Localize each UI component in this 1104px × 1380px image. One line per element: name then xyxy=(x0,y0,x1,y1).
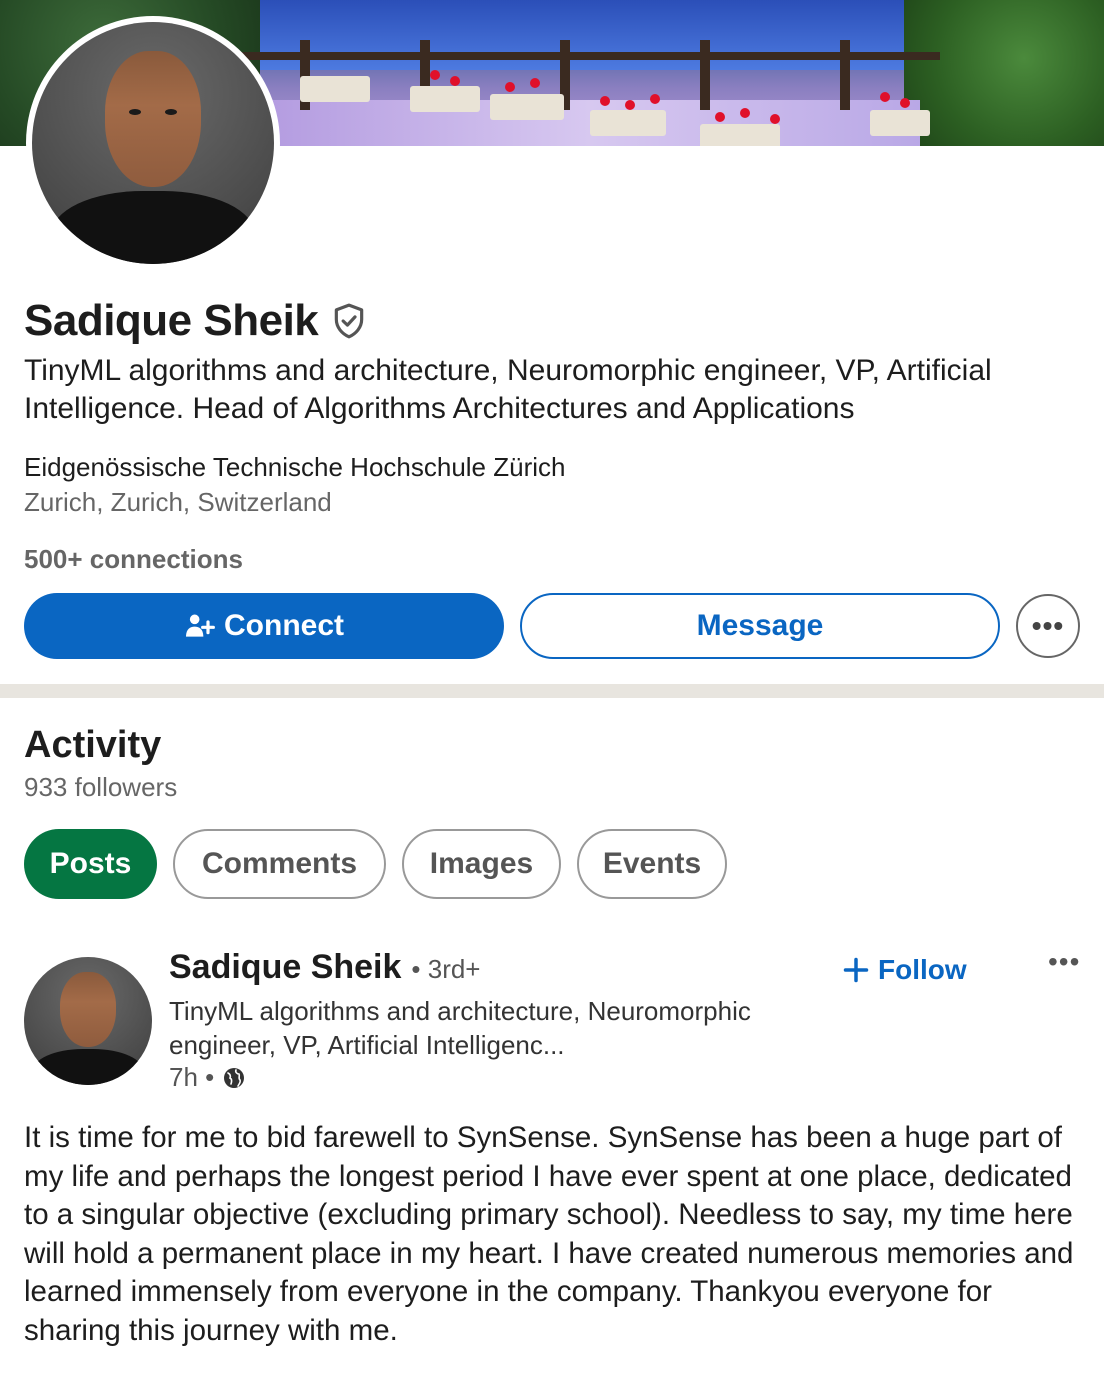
connect-button[interactable]: Connect xyxy=(24,593,504,659)
tab-posts[interactable]: Posts xyxy=(24,829,157,899)
tab-images[interactable]: Images xyxy=(402,829,561,899)
post-author-avatar[interactable] xyxy=(24,957,152,1085)
connection-degree: • 3rd+ xyxy=(411,954,481,984)
profile-name: Sadique Sheik xyxy=(24,296,319,345)
add-person-icon xyxy=(186,614,215,637)
profile-headline: TinyML algorithms and architecture, Neur… xyxy=(24,354,992,425)
message-button[interactable]: Message xyxy=(520,593,1000,659)
post-author-headline: TinyML algorithms and architecture, Neur… xyxy=(169,996,751,1060)
profile-school[interactable]: Eidgenössische Technische Hochschule Zür… xyxy=(24,452,565,483)
post-body-text: It is time for me to bid farewell to Syn… xyxy=(24,1121,1074,1347)
more-icon: ••• xyxy=(1031,610,1065,641)
post-more-button[interactable]: ••• xyxy=(1048,946,1080,978)
tab-events[interactable]: Events xyxy=(577,829,727,899)
post-meta: 7h • xyxy=(169,1062,246,1093)
profile-location: Zurich, Zurich, Switzerland xyxy=(24,487,332,517)
connect-label: Connect xyxy=(224,609,344,642)
post-time: 7h • xyxy=(169,1062,215,1092)
activity-title: Activity xyxy=(24,724,162,766)
section-divider xyxy=(0,684,1104,698)
verified-shield-icon[interactable] xyxy=(330,302,368,340)
follow-button[interactable]: Follow xyxy=(842,954,967,986)
follow-label: Follow xyxy=(878,954,967,985)
connections-count[interactable]: 500+ connections xyxy=(24,544,243,575)
more-actions-button[interactable]: ••• xyxy=(1016,594,1080,658)
plus-icon xyxy=(843,957,869,983)
followers-count: 933 followers xyxy=(24,772,178,802)
profile-name-row: Sadique Sheik xyxy=(24,296,368,346)
post-author-row: Sadique Sheik • 3rd+ xyxy=(169,948,481,987)
globe-icon xyxy=(224,1067,245,1088)
post-author-name[interactable]: Sadique Sheik xyxy=(169,948,401,987)
message-label: Message xyxy=(696,609,824,642)
tab-comments[interactable]: Comments xyxy=(173,829,386,899)
profile-avatar[interactable] xyxy=(26,16,280,270)
